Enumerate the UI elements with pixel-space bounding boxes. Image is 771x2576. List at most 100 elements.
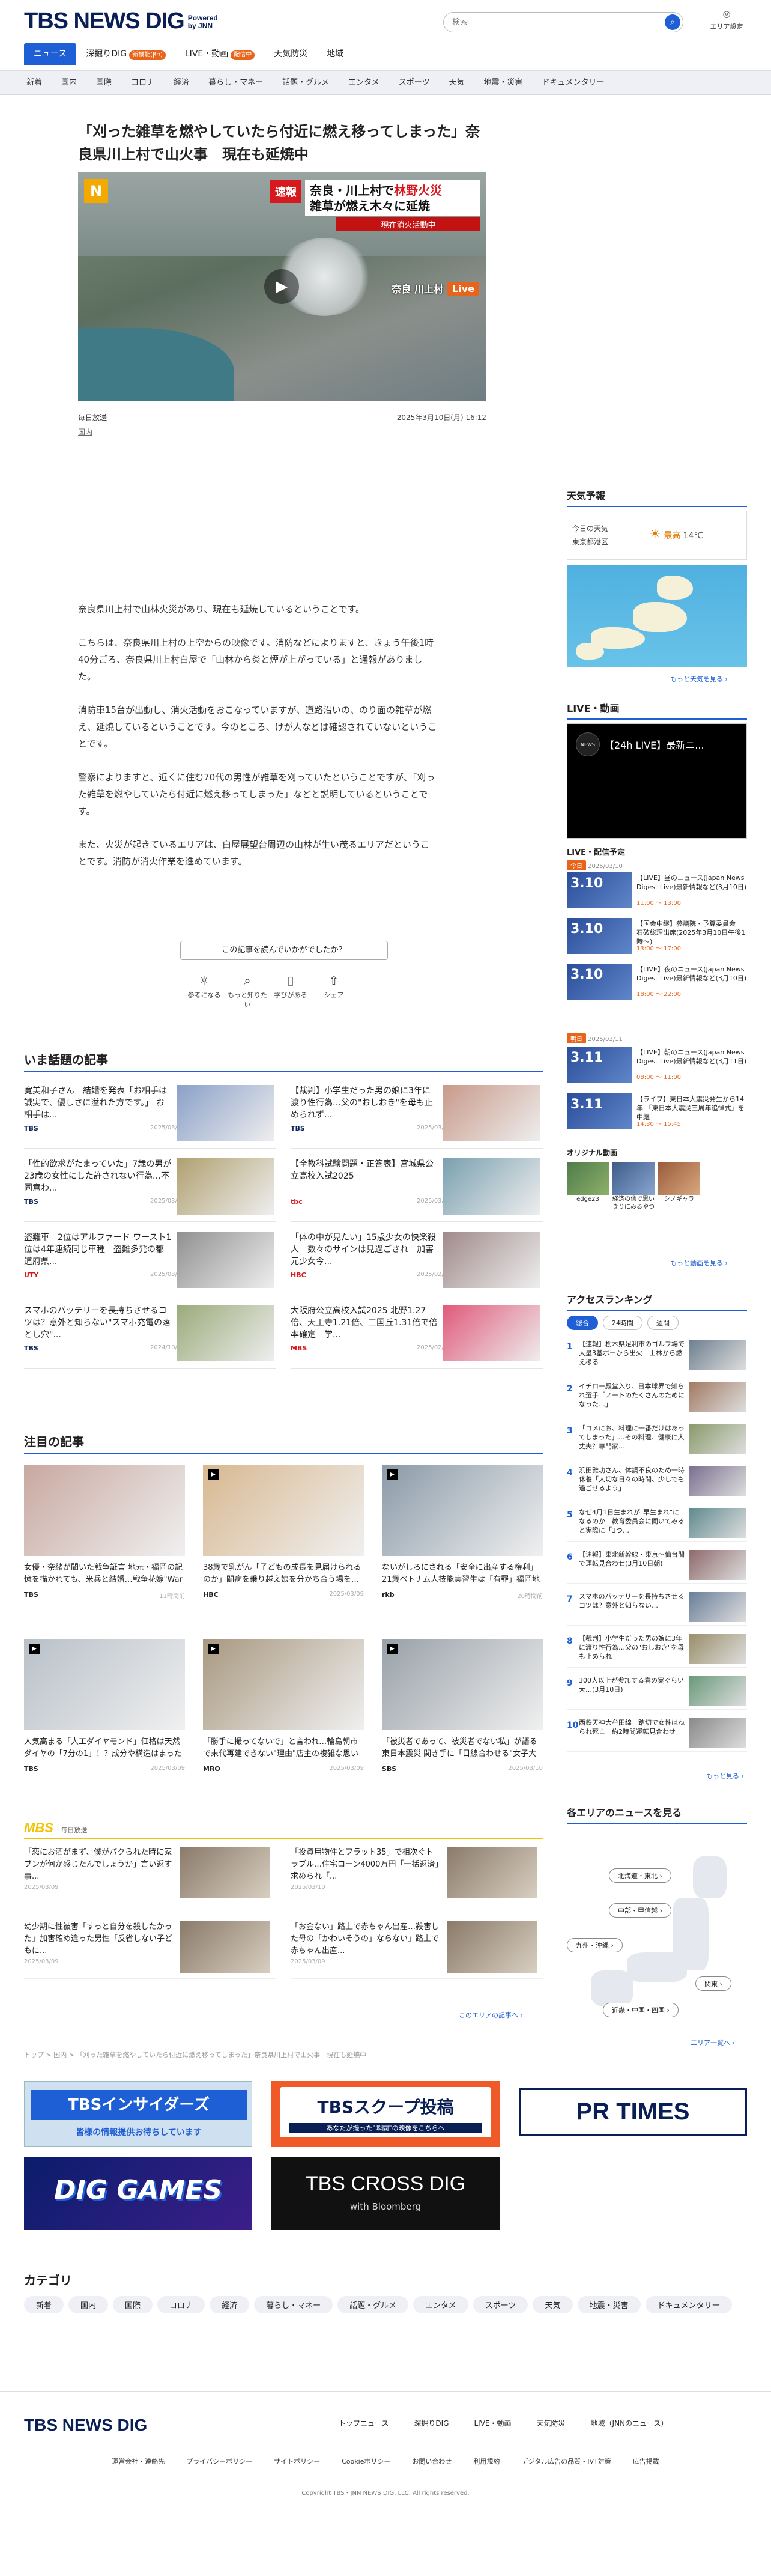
original-thumb[interactable] bbox=[612, 1162, 655, 1195]
footer-nav-item[interactable]: 深掘りDIG bbox=[414, 2419, 449, 2428]
original-label[interactable]: シノギャラ bbox=[658, 1195, 700, 1203]
trending-item[interactable]: 盗難車 2位はアルファード ワースト1位は4年連続同じ車種 盗難多発の都道府県.… bbox=[24, 1229, 276, 1295]
subnav-item[interactable]: 暮らし・マネー bbox=[199, 71, 273, 95]
ranking-item[interactable]: 4 浜田雅功さん、体調不良のため一時休養「大切な日々の時間、少しでも過ごせるよう」 bbox=[567, 1462, 747, 1499]
mbs-item[interactable]: 「投資用物件とフラット35」で相次ぐトラブル…住宅ローン4000万円「一括返済」… bbox=[291, 1844, 543, 1904]
ranking-item[interactable]: 1 【速報】栃木県足利市のゴルフ場で大量3基ボーから出火 山林から燃え移る bbox=[567, 1336, 747, 1373]
weather-map[interactable] bbox=[567, 565, 747, 667]
footer-link[interactable]: Cookieポリシー bbox=[342, 2458, 390, 2465]
footer-logo[interactable]: TBS NEWS DIG bbox=[24, 2416, 147, 2435]
category-chip[interactable]: 天気 bbox=[533, 2296, 573, 2313]
subnav-item[interactable]: コロナ bbox=[121, 71, 164, 95]
area-hokkaido-tohoku[interactable]: 北海道・東北 › bbox=[609, 1868, 671, 1883]
trending-item[interactable]: 「体の中が見たい」15歳少女の快楽殺人 数々のサインは見過ごされ 加害元少女今.… bbox=[291, 1229, 543, 1295]
area-kinki[interactable]: 近畿・中国・四国 › bbox=[603, 2003, 679, 2017]
ranking-item[interactable]: 5 なぜ4月1日生まれが"早生まれ"になるのか 教育委員会に聞いてみると実際に「3… bbox=[567, 1504, 747, 1542]
banner-scoop[interactable]: TBSスクープ投稿 あなたが撮った"瞬間"の映像をこちらへ bbox=[271, 2081, 500, 2147]
category-chip[interactable]: スポーツ bbox=[473, 2296, 528, 2313]
mbs-logo[interactable]: MBS bbox=[24, 1820, 53, 1835]
featured-item[interactable]: ▶ ないがしろにされる「安全に出産する権利」 21歳ベトナム人技能実習生は「有罪」… bbox=[382, 1465, 543, 1600]
tab-overall[interactable]: 総合 bbox=[567, 1316, 598, 1330]
category-chip[interactable]: エンタメ bbox=[413, 2296, 468, 2313]
article-video[interactable]: N 速報 奈良・川上村で林野火災 雑草が燃え木々に延焼 現在消火活動中 奈良 川上… bbox=[78, 172, 486, 401]
nav-news[interactable]: ニュース bbox=[24, 43, 77, 65]
subnav-item[interactable]: 話題・グルメ bbox=[273, 71, 339, 95]
trending-item[interactable]: 「性的欲求がたまっていた」7歳の男が23歳の女性にした許されない行為…不同意わ.… bbox=[24, 1156, 276, 1222]
category-chip[interactable]: ドキュメンタリー bbox=[645, 2296, 732, 2313]
footer-link[interactable]: お問い合わせ bbox=[412, 2458, 452, 2465]
article-category[interactable]: 国内 bbox=[78, 427, 92, 437]
feedback-more[interactable]: ⌕ もっと知りたい bbox=[226, 973, 269, 1009]
subnav-item[interactable]: 地震・災害 bbox=[474, 71, 533, 95]
banner-prtimes[interactable]: PR TIMES bbox=[519, 2088, 747, 2136]
trending-item[interactable]: 【全教科試験問題・正答表】宮城県公立高校入試2025 tbc 2025/03/04 bbox=[291, 1156, 543, 1222]
ranking-item[interactable]: 9 300人以上が参加する春の実ぐらい大…(3月10日) bbox=[567, 1672, 747, 1710]
tab-24h[interactable]: 24時間 bbox=[603, 1316, 642, 1330]
schedule-item[interactable]: 3.10 【LIVE】夜のニュース(Japan News Digest Live)… bbox=[567, 964, 747, 1001]
nav-dig[interactable]: 深掘りDIG 新機能(βα) bbox=[76, 43, 175, 65]
footer-nav-item[interactable]: 天気防災 bbox=[537, 2419, 566, 2428]
footer-nav-item[interactable]: 地域（JNNのニュース） bbox=[591, 2419, 668, 2428]
footer-link[interactable]: デジタル広告の品質・IVT対策 bbox=[521, 2458, 611, 2465]
weather-more-link[interactable]: もっと天気を見る › bbox=[670, 674, 728, 684]
area-more-link[interactable]: エリア一覧へ › bbox=[691, 2038, 735, 2047]
video-more-link[interactable]: もっと動画を見る › bbox=[670, 1258, 728, 1268]
original-thumb[interactable] bbox=[658, 1162, 700, 1195]
schedule-item[interactable]: 3.11 【LIVE】朝のニュース(Japan News Digest Live)… bbox=[567, 1046, 747, 1084]
footer-nav-item[interactable]: トップニュース bbox=[339, 2419, 389, 2428]
breadcrumb[interactable]: トップ > 国内 > 「刈った雑草を燃やしていたら付近に燃え移ってしまった」奈良… bbox=[24, 2050, 366, 2059]
banner-insiders[interactable]: TBSインサイダーズ 皆様の情報提供お待ちしています bbox=[24, 2081, 252, 2147]
ranking-more-link[interactable]: もっと見る › bbox=[706, 1771, 744, 1781]
category-chip[interactable]: 新着 bbox=[24, 2296, 64, 2313]
subnav-item[interactable]: スポーツ bbox=[389, 71, 440, 95]
featured-item[interactable]: ▶ 人気高まる「人工ダイヤモンド」価格は天然ダイヤの「7分の1」！？成分や構造はま… bbox=[24, 1639, 185, 1773]
subnav-item[interactable]: 新着 bbox=[17, 71, 52, 95]
category-chip[interactable]: 話題・グルメ bbox=[337, 2296, 409, 2313]
area-setting-button[interactable]: ⌾ エリア設定 bbox=[704, 7, 749, 31]
article-source[interactable]: 毎日放送 bbox=[78, 413, 107, 422]
ranking-item[interactable]: 3 「コメにお、料理に一番だけはあってしまった」…その料理、健康に大丈夫？専門家… bbox=[567, 1420, 747, 1457]
mbs-more-link[interactable]: このエリアの記事へ › bbox=[459, 2010, 523, 2020]
mbs-item[interactable]: 「お金ない」路上で赤ちゃん出産…殺害した母の「かわいそうの」ならない」路上で赤ち… bbox=[291, 1919, 543, 1979]
area-kanto[interactable]: 関東 › bbox=[695, 1976, 731, 1991]
featured-item[interactable]: ▶ 「勝手に撮ってないで」と言われ…輪島朝市で末代再建できない"理由"店主の複雑な… bbox=[203, 1639, 364, 1773]
schedule-item[interactable]: 3.11 【ライブ】東日本大震災発生から14年 「東日本大震災三周年追悼式」を中継… bbox=[567, 1093, 747, 1131]
featured-item[interactable]: ▶ 38歳で乳がん「子どもの成長を見届けられるのか」闘病を乗り越え娘を分かち合う場… bbox=[203, 1465, 364, 1599]
nav-live[interactable]: LIVE・動画 配信中 bbox=[175, 43, 264, 65]
search-input[interactable] bbox=[452, 16, 650, 28]
schedule-item[interactable]: 3.10 【LIVE】昼のニュース(Japan News Digest Live)… bbox=[567, 872, 747, 910]
featured-item[interactable]: ▶ 「被災者であって、被災者でない私」が語る東日本震災 関き手に「目線合わせる"女… bbox=[382, 1639, 543, 1773]
search-icon[interactable]: ⌕ bbox=[665, 14, 680, 30]
trending-item[interactable]: 大阪府公立高校入試2025 北野1.27倍、天王寺1.21倍、三国丘1.31倍で… bbox=[291, 1302, 543, 1368]
featured-item[interactable]: 女優・奈緒が聞いた戦争証言 地元・福岡の記憶を描かれても、米兵と結婚…戦争花嫁"… bbox=[24, 1465, 185, 1600]
ranking-item[interactable]: 6 【速報】東北新幹線・東京〜仙台間で運転見合わせ(3月10日朝) bbox=[567, 1546, 747, 1584]
subnav-item[interactable]: 経済 bbox=[164, 71, 199, 95]
mbs-item[interactable]: 「恋にお酒がまず、僕がバクられた時に家ブンが何か感じたんでしょうか」言い返す事.… bbox=[24, 1844, 276, 1904]
footer-link[interactable]: 運営会社・連絡先 bbox=[112, 2458, 165, 2465]
subnav-item[interactable]: エンタメ bbox=[339, 71, 389, 95]
footer-nav-item[interactable]: LIVE・動画 bbox=[474, 2419, 512, 2428]
area-chubu[interactable]: 中部・甲信越 › bbox=[609, 1903, 671, 1918]
category-chip[interactable]: 国内 bbox=[68, 2296, 109, 2313]
footer-link[interactable]: プライバシーポリシー bbox=[186, 2458, 252, 2465]
footer-link[interactable]: サイトポリシー bbox=[274, 2458, 320, 2465]
category-chip[interactable]: 国際 bbox=[113, 2296, 153, 2313]
ranking-item[interactable]: 8 【裁判】小学生だった男の娘に3年に渡り性行為…父の"おしおき"を母も止められ bbox=[567, 1630, 747, 1668]
original-thumb[interactable] bbox=[567, 1162, 609, 1195]
ranking-item[interactable]: 10 西鉄天神大牟田線 踏切で女性はねられ死亡 約2時間運転見合わせ bbox=[567, 1715, 747, 1752]
ranking-item[interactable]: 2 イチロー殿堂入り、日本球界で知られ選手「ノートのたくさんのためになった…」 bbox=[567, 1378, 747, 1415]
site-logo[interactable]: TBS NEWS DIG Powered by JNN bbox=[24, 8, 218, 34]
nav-region[interactable]: 地域 bbox=[317, 43, 353, 65]
weather-widget[interactable]: 今日の天気 東京都港区 ☀ 最高 14℃ bbox=[567, 511, 747, 560]
footer-link[interactable]: 利用規約 bbox=[473, 2458, 500, 2465]
category-chip[interactable]: 地震・災害 bbox=[577, 2296, 641, 2313]
play-icon[interactable]: ▶ bbox=[264, 269, 299, 304]
area-kyushu[interactable]: 九州・沖縄 › bbox=[567, 1938, 623, 1952]
trending-item[interactable]: スマホのバッテリーを長持ちさせるコツは？意外と知らない"スマホ充電の落とし穴".… bbox=[24, 1302, 276, 1368]
trending-item[interactable]: 【裁判】小学生だった男の娘に3年に渡り性行為…父の"おしおき"を母も止められず.… bbox=[291, 1083, 543, 1149]
footer-link[interactable]: 広告掲載 bbox=[633, 2458, 659, 2465]
subnav-item[interactable]: 国際 bbox=[86, 71, 121, 95]
category-chip[interactable]: 経済 bbox=[210, 2296, 250, 2313]
mbs-item[interactable]: 幼少期に性被害「すっと自分を殺したかった」加害確め違った男性「反省しない子どもに… bbox=[24, 1919, 276, 1979]
nav-weather[interactable]: 天気防災 bbox=[264, 43, 317, 65]
